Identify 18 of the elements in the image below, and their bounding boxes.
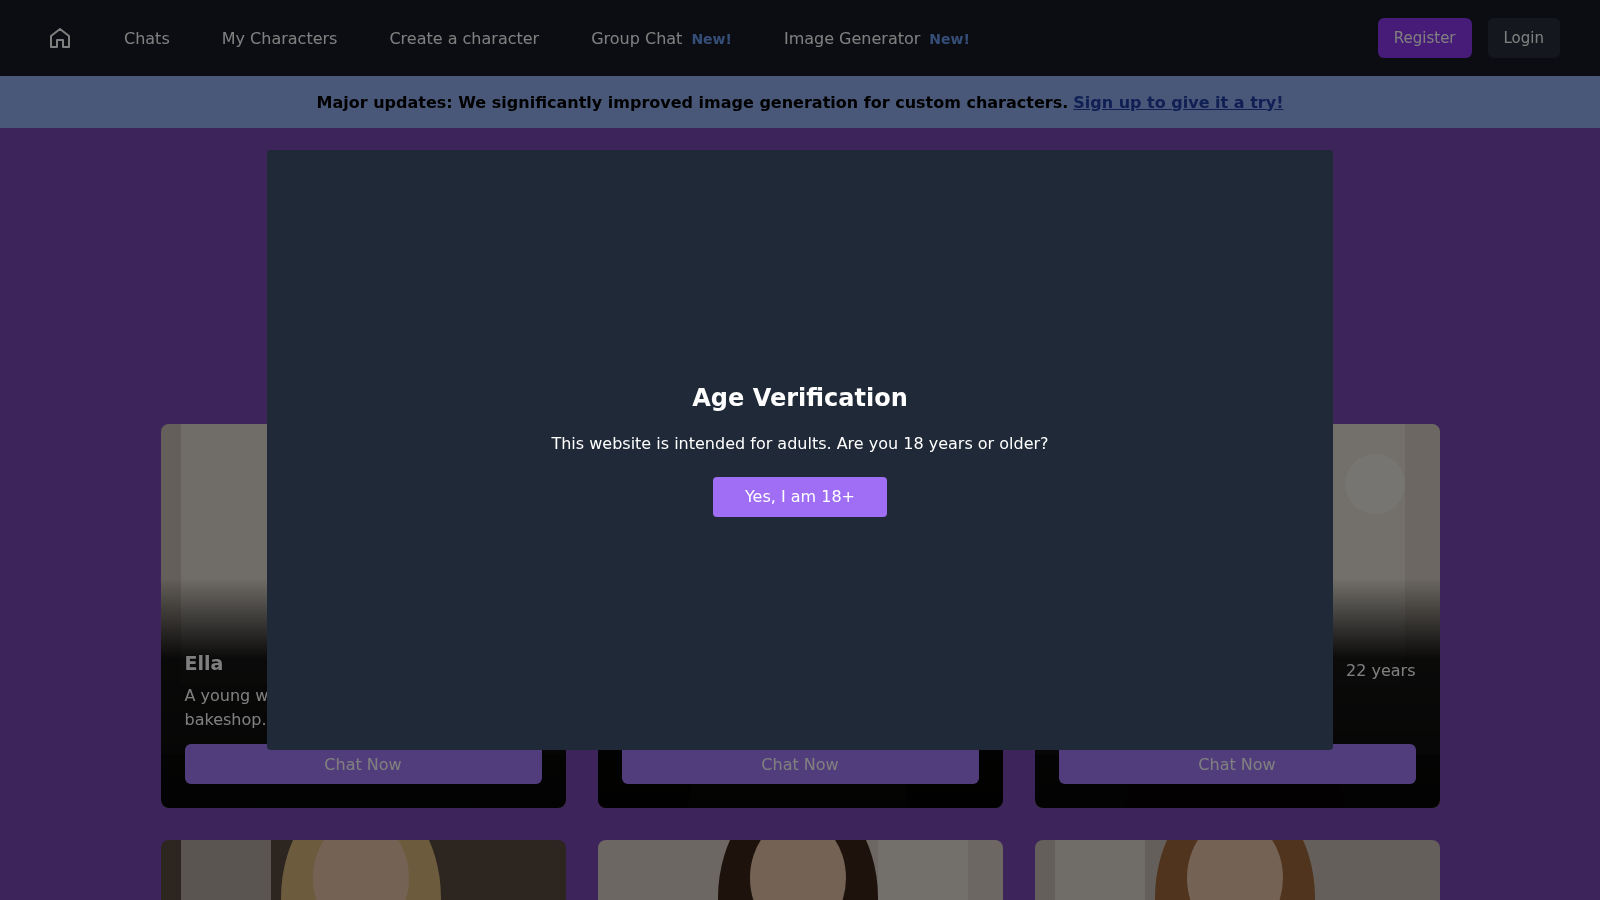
dialog-title: Age Verification	[692, 383, 908, 412]
register-button[interactable]: Register	[1377, 18, 1472, 58]
nav-link[interactable]: Group Chat New!	[591, 28, 732, 48]
dialog-message: This website is intended for adults. Are you 18 years or older?	[551, 433, 1049, 453]
character-description: bakeshop.	[184, 709, 267, 731]
login-button[interactable]: Login	[1487, 18, 1560, 58]
nav-link[interactable]: Chats	[124, 28, 170, 48]
character-description: A young w	[184, 685, 269, 707]
character-age: 22 years	[1346, 661, 1416, 680]
new-label: New!	[929, 30, 970, 47]
new-label: New!	[691, 30, 732, 47]
home-icon[interactable]	[48, 26, 72, 50]
confirm-age-button[interactable]: Yes, I am 18+	[712, 476, 887, 517]
nav-link[interactable]: My Characters	[221, 28, 338, 48]
announcement-text: Major updates: We significantly improved image generation for custom characters. Sign up to give it a try!	[316, 92, 1284, 112]
character-name: Ella	[184, 652, 224, 674]
nav-link[interactable]: Create a character	[389, 28, 540, 48]
nav-link[interactable]: Image Generator New!	[783, 28, 970, 48]
